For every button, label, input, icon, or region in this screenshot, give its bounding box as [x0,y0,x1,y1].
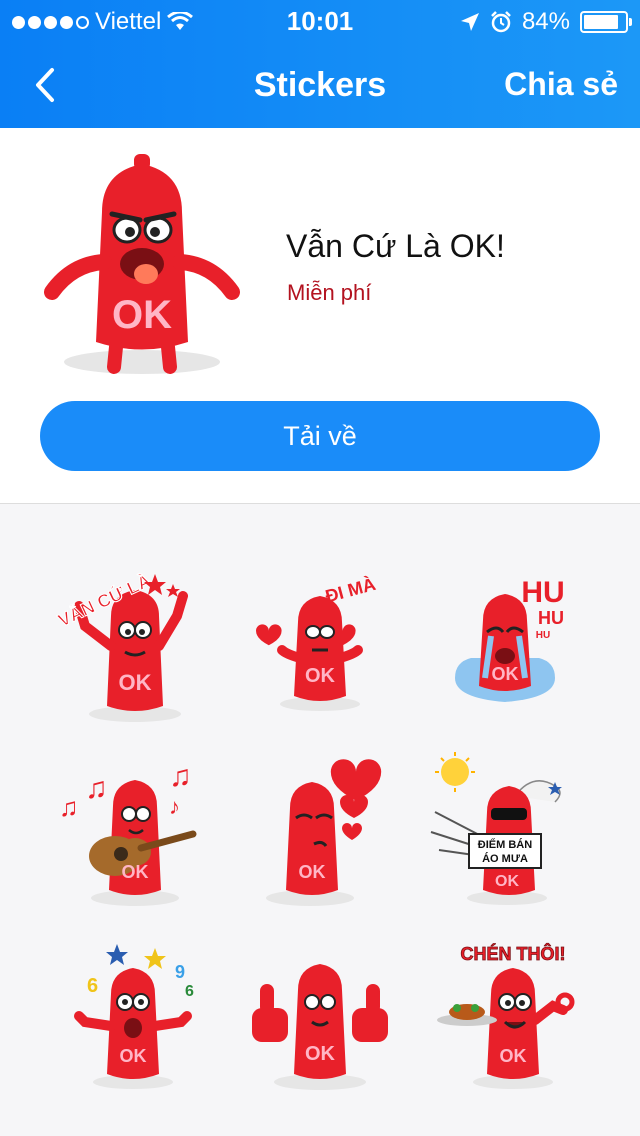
svg-text:ĐIỂM BÁN: ĐIỂM BÁN [478,838,532,851]
battery-icon [580,11,632,33]
ok-logo-text: OK [112,293,172,337]
svg-text:OK: OK [122,862,149,882]
sticker-hearts[interactable]: OK [230,752,410,912]
sticker-van-cu-la[interactable]: OK VẪN CỨ LÀ [45,566,225,726]
alarm-icon [491,11,511,33]
svg-text:OK: OK [299,862,326,882]
svg-text:OK: OK [120,1046,147,1066]
svg-text:OK: OK [119,670,152,695]
svg-text:ĐI MÀ: ĐI MÀ [323,573,378,606]
sticker-excited[interactable]: OK 6 9 6 [45,936,225,1096]
svg-text:9: 9 [175,962,185,982]
svg-text:♫: ♫ [169,760,192,793]
sticker-chen-thoi[interactable]: OK CHÉN THÔI! [415,936,595,1096]
svg-text:CHÉN THÔI!: CHÉN THÔI! [461,943,566,964]
sticker-di-ma[interactable]: OK ĐI MÀ [230,566,410,726]
svg-text:OK: OK [305,1043,336,1065]
svg-text:OK: OK [492,664,519,684]
sticker-guitar[interactable]: OK ♫ ♫ ♫ ♪ [45,752,225,912]
svg-text:HU: HU [521,576,564,609]
location-arrow-icon [460,13,479,31]
svg-text:6: 6 [185,983,194,1000]
battery-percent: 84% [521,8,570,35]
sticker-thumbs-up[interactable]: OK [230,936,410,1096]
status-right: 84% [460,8,632,36]
sticker-diem-ban-ao-mua[interactable]: ĐIỂM BÁN ÁO MƯA OK [415,752,595,912]
svg-text:ÁO MƯA: ÁO MƯA [482,852,528,865]
app-header: Viettel 10:01 84% Stickers Chia sẻ [0,0,640,128]
svg-text:♫: ♫ [85,772,108,805]
svg-text:♫: ♫ [59,792,79,822]
share-button[interactable]: Chia sẻ [504,66,618,103]
nav-bar: Stickers Chia sẻ [0,40,640,128]
svg-text:OK: OK [500,1046,527,1066]
download-button[interactable]: Tải về [40,401,600,471]
svg-text:♪: ♪ [169,794,180,819]
sticker-pack-info: OK Vẫn Cứ Là OK! Miễn phí Tải về [0,128,640,504]
sticker-grid: OK VẪN CỨ LÀ OK ĐI MÀ OK HU HU HU OK ♫ ♫… [0,504,640,1136]
svg-text:HU: HU [536,630,550,641]
svg-text:OK: OK [495,873,519,890]
svg-text:HU: HU [538,608,564,628]
sticker-hu-hu[interactable]: OK HU HU HU [415,566,595,726]
pack-title: Vẫn Cứ Là OK! [286,228,505,264]
svg-text:OK: OK [305,665,336,687]
status-bar: Viettel 10:01 84% [0,0,640,40]
pack-price: Miễn phí [287,280,372,305]
svg-text:6: 6 [87,975,98,997]
sticker-pack-icon: OK [42,152,242,380]
